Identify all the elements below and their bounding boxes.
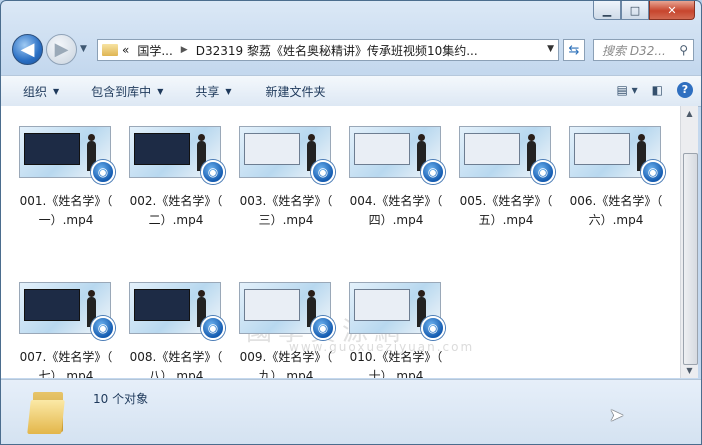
file-name: 008.《姓名学》（ 八）.mp4 <box>129 350 223 378</box>
organize-button[interactable]: 组织 ▼ <box>23 83 59 100</box>
file-item[interactable]: ◉ 001.《姓名学》（ 一）.mp4 <box>11 118 121 233</box>
file-name: 010.《姓名学》（ 十）.mp4 <box>349 350 443 378</box>
view-controls: ▤ ▾ ◧ ? <box>602 82 693 98</box>
new-folder-label: 新建文件夹 <box>265 84 326 99</box>
forward-button[interactable]: ▶ <box>46 34 77 65</box>
file-item[interactable]: ◉ 009.《姓名学》（ 九）.mp4 <box>231 274 341 378</box>
file-item[interactable]: ◉ 003.《姓名学》（ 三）.mp4 <box>231 118 341 233</box>
refresh-icon[interactable]: ⇆ <box>563 39 585 61</box>
file-item[interactable]: ◉ 007.《姓名学》（ 七）.mp4 <box>11 274 121 378</box>
video-file-icon: ◉ <box>91 160 115 184</box>
file-name: 007.《姓名学》（ 七）.mp4 <box>19 350 113 378</box>
caption-buttons: ▁ □ ✕ <box>593 1 695 20</box>
file-item[interactable]: ◉ 006.《姓名学》（ 六）.mp4 <box>561 118 671 233</box>
folder-icon <box>102 44 118 56</box>
navigation-bar: ◀ ▶ ▼ « 国学... ▶ D32319 黎荔《姓名奥秘精讲》传承班视频10… <box>1 31 701 69</box>
chevron-down-icon: ▼ <box>157 86 164 96</box>
search-placeholder: 搜索 D32... <box>602 43 666 58</box>
video-file-icon: ◉ <box>531 160 555 184</box>
file-name: 006.《姓名学》（ 六）.mp4 <box>569 194 663 227</box>
file-name: 005.《姓名学》（ 五）.mp4 <box>459 194 553 227</box>
file-name: 001.《姓名学》（ 一）.mp4 <box>19 194 113 227</box>
scroll-up-icon[interactable]: ▲ <box>683 107 696 120</box>
share-label: 共享 <box>195 84 220 99</box>
scroll-down-icon[interactable]: ▼ <box>683 364 696 377</box>
new-folder-button[interactable]: 新建文件夹 <box>266 83 326 100</box>
file-name: 004.《姓名学》（ 四）.mp4 <box>349 194 443 227</box>
vertical-scrollbar[interactable]: ▲ ▼ <box>680 106 698 378</box>
video-file-icon: ◉ <box>421 316 445 340</box>
folder-icon <box>27 386 69 434</box>
video-file-icon: ◉ <box>641 160 665 184</box>
breadcrumb-item-guoxue[interactable]: 国学... <box>137 42 172 59</box>
include-in-library-label: 包含到库中 <box>91 84 152 99</box>
video-file-icon: ◉ <box>421 160 445 184</box>
file-item[interactable]: ◉ 008.《姓名学》（ 八）.mp4 <box>121 274 231 378</box>
file-name: 003.《姓名学》（ 三）.mp4 <box>239 194 333 227</box>
search-icon[interactable]: ⚲ <box>679 43 688 57</box>
search-input[interactable]: 搜索 D32... ⚲ <box>593 39 694 61</box>
address-bar[interactable]: « 国学... ▶ D32319 黎荔《姓名奥秘精讲》传承班视频10集约... … <box>97 39 559 61</box>
video-file-icon: ◉ <box>311 316 335 340</box>
breadcrumb-item-current[interactable]: D32319 黎荔《姓名奥秘精讲》传承班视频10集约... <box>196 42 478 59</box>
recent-pages-dropdown-icon[interactable]: ▼ <box>80 44 87 54</box>
close-button[interactable]: ✕ <box>649 1 695 20</box>
file-name: 002.《姓名学》（ 二）.mp4 <box>129 194 223 227</box>
help-icon[interactable]: ? <box>677 82 693 98</box>
video-file-icon: ◉ <box>201 160 225 184</box>
file-item[interactable]: ◉ 010.《姓名学》（ 十）.mp4 <box>341 274 451 378</box>
file-item[interactable]: ◉ 004.《姓名学》（ 四）.mp4 <box>341 118 451 233</box>
video-file-icon: ◉ <box>311 160 335 184</box>
command-bar: 组织 ▼ 包含到库中 ▼ 共享 ▼ 新建文件夹 ▤ ▾ ◧ ? <box>1 75 701 107</box>
breadcrumb-overflow[interactable]: « <box>122 43 129 57</box>
scrollbar-thumb[interactable] <box>683 153 698 365</box>
back-button[interactable]: ◀ <box>12 34 43 65</box>
chevron-down-icon: ▼ <box>225 86 232 96</box>
share-button[interactable]: 共享 ▼ <box>195 83 231 100</box>
file-item[interactable]: ◉ 002.《姓名学》（ 二）.mp4 <box>121 118 231 233</box>
minimize-button[interactable]: ▁ <box>593 1 621 20</box>
organize-label: 组织 <box>23 84 48 99</box>
file-list: 國學資源網 www.guoxueziyuan.com ◉ 001.《姓名学》（一… <box>1 106 680 378</box>
item-count: 10 个对象 <box>93 392 149 406</box>
breadcrumb-separator-icon[interactable]: ▶ <box>181 45 188 55</box>
details-pane: 10 个对象 <box>1 379 701 444</box>
include-in-library-button[interactable]: 包含到库中 ▼ <box>91 83 163 100</box>
maximize-button[interactable]: □ <box>621 1 649 20</box>
file-name: 009.《姓名学》（ 九）.mp4 <box>239 350 333 378</box>
video-file-icon: ◉ <box>201 316 225 340</box>
chevron-down-icon: ▼ <box>53 86 60 96</box>
view-options-icon[interactable]: ▤ ▾ <box>616 83 637 97</box>
video-file-icon: ◉ <box>91 316 115 340</box>
address-dropdown-icon[interactable]: ▼ <box>547 44 554 54</box>
explorer-window: ▁ □ ✕ ◀ ▶ ▼ « 国学... ▶ D32319 黎荔《姓名奥秘精讲》传… <box>0 0 702 445</box>
mouse-cursor-icon: ➤ <box>609 405 625 426</box>
file-item[interactable]: ◉ 005.《姓名学》（ 五）.mp4 <box>451 118 561 233</box>
preview-pane-icon[interactable]: ◧ <box>652 83 663 97</box>
